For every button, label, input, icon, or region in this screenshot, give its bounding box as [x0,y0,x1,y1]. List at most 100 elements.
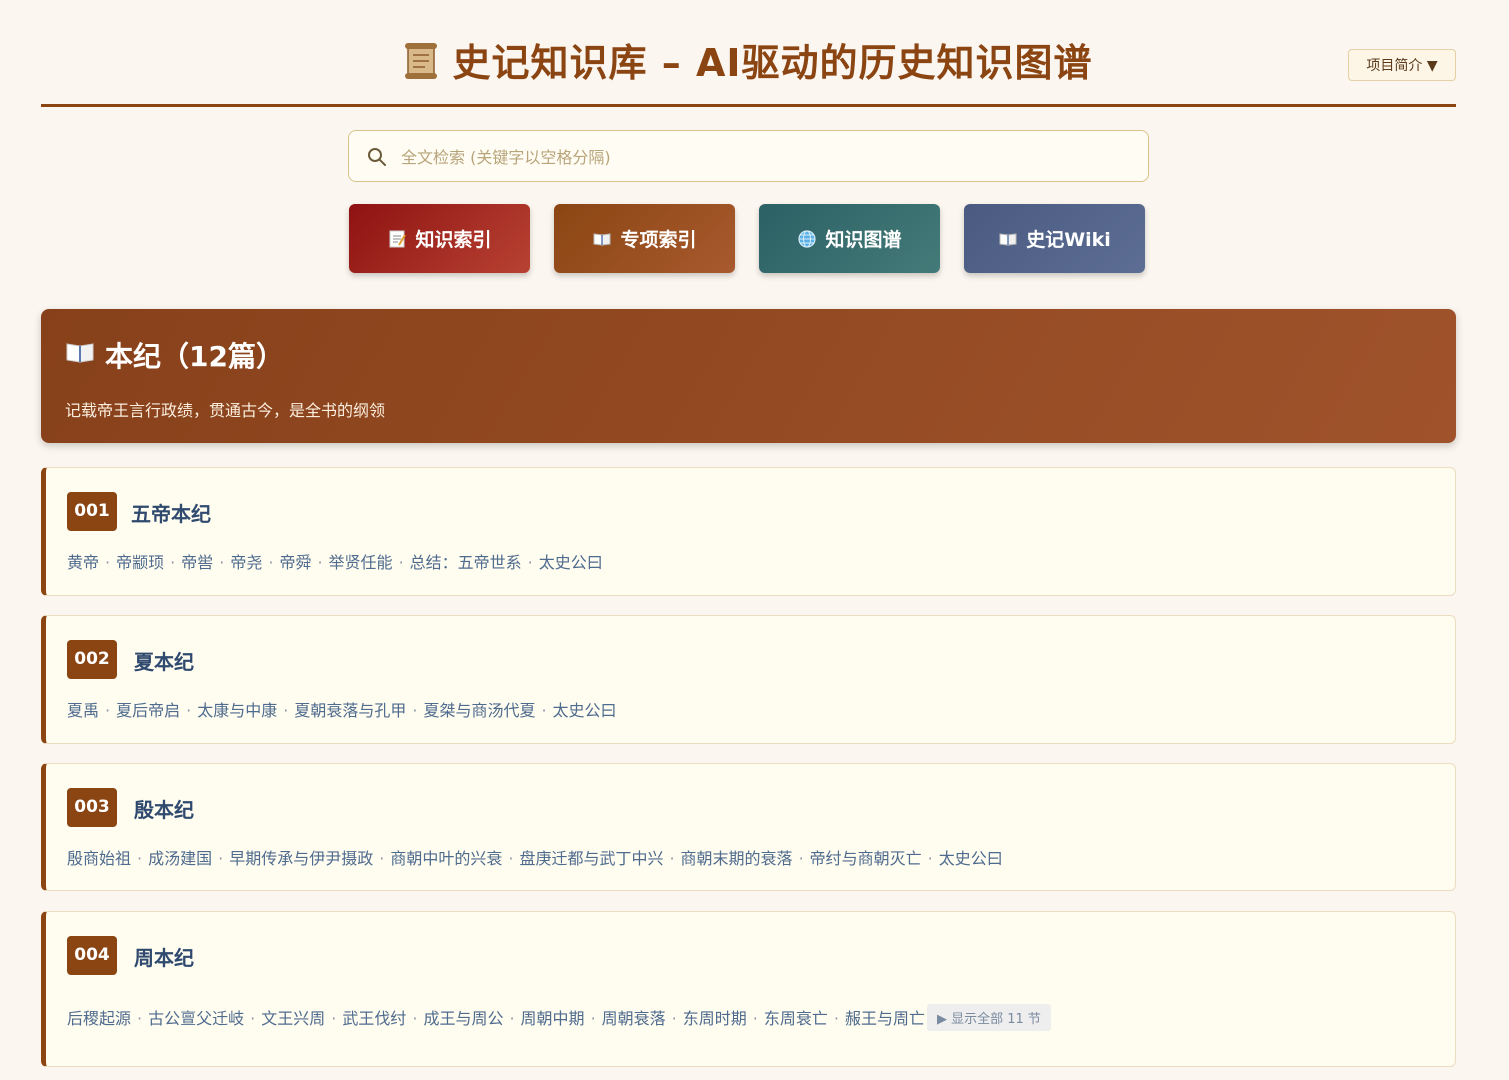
section-link[interactable]: 东周时期 [683,1009,747,1028]
section-link[interactable]: 商朝末期的衰落 [681,849,793,868]
show-all-button[interactable]: ▶ 显示全部 11 节 [927,1004,1051,1031]
section-separator: · [412,701,418,720]
chapter-title[interactable]: 夏本纪 [134,646,194,675]
section-link[interactable]: 文王兴周 [261,1009,325,1028]
globe-icon [797,229,817,249]
section-link[interactable]: 周朝中期 [521,1009,585,1028]
section-link[interactable]: 夏桀与商汤代夏 [423,701,535,720]
section-separator: · [137,849,143,868]
special-index-button[interactable]: 专项索引 [554,204,735,273]
section-separator: · [283,701,289,720]
section-link[interactable]: 帝尧 [230,553,262,572]
section-link[interactable]: 帝纣与商朝灭亡 [810,849,922,868]
section-link[interactable]: 黄帝 [67,553,99,572]
section-separator: · [317,553,323,572]
section-separator: · [218,849,224,868]
section-link[interactable]: 赧王与周亡 [845,1009,925,1028]
page-title: 史记知识库 – AI驱动的历史知识图谱 [41,32,1456,89]
section-separator: · [219,553,225,572]
chapter-sections: 殷商始祖 · 成汤建国 · 早期传承与伊尹摄政 · 商朝中叶的兴衰 · 盘庚迁都与武丁中兴 · 商朝… [67,845,1003,869]
open-book-icon [592,229,612,249]
chapter-number: 003 [67,788,117,827]
section-separator: · [105,701,111,720]
chapter-card[interactable]: 002 夏本纪 夏禹 · 夏后帝启 · 太康与中康 · 夏朝衰落与孔甲 · 夏桀与商汤代夏 · 太史… [41,615,1456,744]
section-link[interactable]: 夏朝衰落与孔甲 [294,701,406,720]
wiki-label: 史记Wiki [1026,229,1111,251]
section-separator: · [508,849,514,868]
section-link[interactable]: 夏禹 [67,701,99,720]
section-separator: · [541,701,547,720]
section-link[interactable]: 殷商始祖 [67,849,131,868]
section-link[interactable]: 太史公曰 [539,553,603,572]
section-separator: · [671,1009,677,1028]
chapter-sections: 黄帝 · 帝颛顼 · 帝喾 · 帝尧 · 帝舜 · 举贤任能 · 总结：五帝世系 · 太史公曰 [67,549,603,573]
page-header: 史记知识库 – AI驱动的历史知识图谱 项目简介 ▼ [41,0,1456,107]
section-link[interactable]: 太史公曰 [939,849,1003,868]
section-separator: · [137,1009,143,1028]
knowledge-graph-button[interactable]: 知识图谱 [759,204,940,273]
section-separator: · [186,701,192,720]
section-separator: · [669,849,675,868]
section-link[interactable]: 夏后帝启 [116,701,180,720]
section-separator: · [798,849,804,868]
section-separator: · [170,553,176,572]
search-input[interactable] [399,141,1133,173]
section-separator: · [268,553,274,572]
chapter-card[interactable]: 004 周本纪 后稷起源 · 古公亶父迁岐 · 文王兴周 · 武王伐纣 · 成王与周公 · 周朝中期… [41,911,1456,1067]
section-separator: · [927,849,933,868]
wiki-button[interactable]: 史记Wiki [964,204,1145,273]
section-link[interactable]: 太史公曰 [553,701,617,720]
section-separator: · [590,1009,596,1028]
section-link[interactable]: 总结：五帝世系 [410,553,522,572]
chapter-number: 004 [67,936,117,975]
chapter-number: 002 [67,640,117,679]
knowledge-index-button[interactable]: 知识索引 [349,204,530,273]
section-separator: · [509,1009,515,1028]
section-link[interactable]: 盘庚迁都与武丁中兴 [519,849,663,868]
special-index-label: 专项索引 [620,229,697,251]
chapter-sections: 夏禹 · 夏后帝启 · 太康与中康 · 夏朝衰落与孔甲 · 夏桀与商汤代夏 · 太史公曰 [67,697,617,721]
section-link[interactable]: 举贤任能 [329,553,393,572]
chapter-sections: 后稷起源 · 古公亶父迁岐 · 文王兴周 · 武王伐纣 · 成王与周公 · 周朝中期 · 周朝衰落 · 东周… [67,1004,1051,1031]
scroll-icon [404,42,438,89]
section-title: 本纪（12篇） [65,335,284,375]
section-banner: 本纪（12篇） 记载帝王言行政绩，贯通古今，是全书的纲领 [41,309,1456,443]
section-description: 记载帝王言行政绩，贯通古今，是全书的纲领 [65,401,386,420]
section-link[interactable]: 武王伐纣 [342,1009,406,1028]
section-link[interactable]: 太康与中康 [197,701,277,720]
section-separator: · [250,1009,256,1028]
page-title-text: 史记知识库 – AI驱动的历史知识图谱 [452,41,1093,85]
chapter-card[interactable]: 003 殷本纪 殷商始祖 · 成汤建国 · 早期传承与伊尹摄政 · 商朝中叶的兴衰 · 盘庚迁都… [41,763,1456,891]
section-link[interactable]: 帝颛顼 [116,553,164,572]
section-link[interactable]: 商朝中叶的兴衰 [390,849,502,868]
memo-icon [387,229,407,249]
chapter-title[interactable]: 五帝本纪 [131,498,211,527]
section-link[interactable]: 帝喾 [181,553,213,572]
chapter-title[interactable]: 殷本纪 [134,794,194,823]
section-link[interactable]: 早期传承与伊尹摄政 [229,849,373,868]
open-book-icon [65,339,95,372]
section-separator: · [752,1009,758,1028]
section-separator: · [379,849,385,868]
section-link[interactable]: 后稷起源 [67,1009,131,1028]
section-separator: · [105,553,111,572]
section-separator: · [331,1009,337,1028]
project-intro-button[interactable]: 项目简介 ▼ [1348,49,1456,81]
chapter-card[interactable]: 001 五帝本纪 黄帝 · 帝颛顼 · 帝喾 · 帝尧 · 帝舜 · 举贤任能 · 总结：五帝世系 · 太史… [41,467,1456,596]
search-box [348,130,1149,182]
knowledge-graph-label: 知识图谱 [825,229,902,251]
search-icon [367,147,387,171]
section-separator: · [833,1009,839,1028]
knowledge-index-label: 知识索引 [415,229,492,251]
section-link[interactable]: 帝舜 [279,553,311,572]
section-separator: · [398,553,404,572]
section-link[interactable]: 古公亶父迁岐 [148,1009,244,1028]
section-separator: · [412,1009,418,1028]
section-title-text: 本纪（12篇） [105,340,284,373]
section-separator: · [527,553,533,572]
section-link[interactable]: 东周衰亡 [764,1009,828,1028]
section-link[interactable]: 成汤建国 [148,849,212,868]
section-link[interactable]: 成王与周公 [423,1009,503,1028]
section-link[interactable]: 周朝衰落 [602,1009,666,1028]
chapter-title[interactable]: 周本纪 [134,942,194,971]
